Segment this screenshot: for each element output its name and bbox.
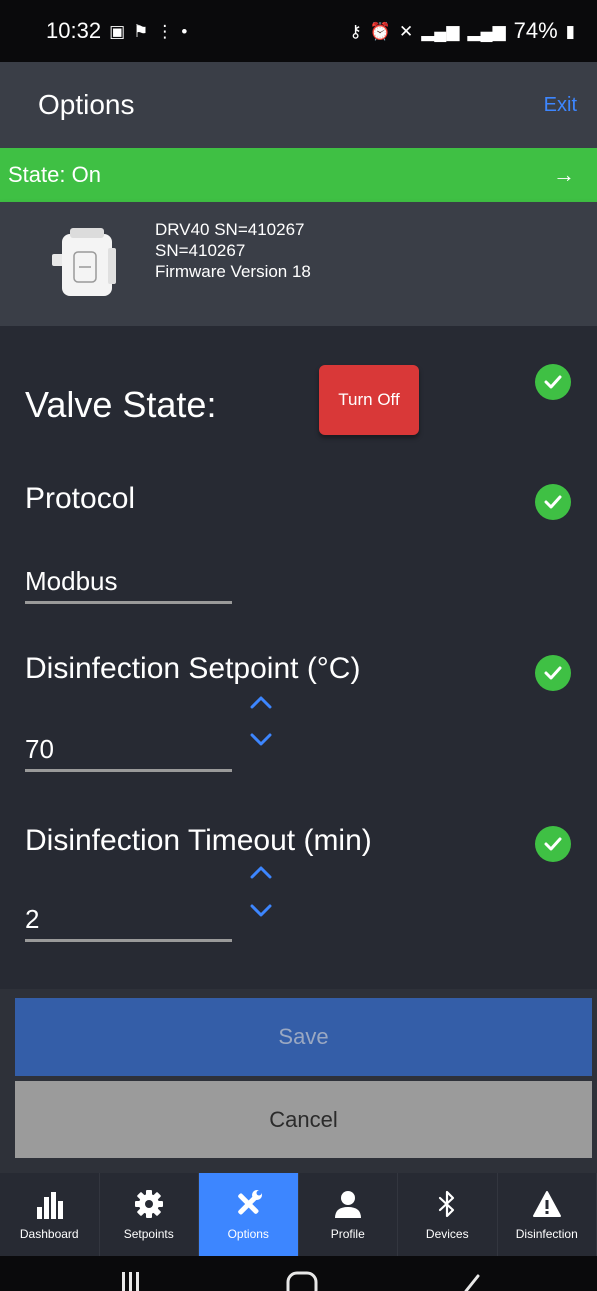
setpoint-label: Disinfection Setpoint (°C) (25, 652, 361, 685)
cancel-button[interactable]: Cancel (15, 1081, 592, 1158)
nav-label-profile: Profile (330, 1226, 365, 1241)
options-form: Valve State: Turn Off Protocol Modbus Di… (0, 326, 597, 989)
signal-4g-icon: ▂▄▆ (467, 21, 506, 41)
person-icon (334, 1190, 361, 1218)
check-icon (535, 484, 571, 520)
state-text: State: On (8, 162, 101, 187)
device-model: DRV40 SN=410267 (155, 220, 305, 239)
arrow-right-icon: → (553, 162, 575, 187)
firmware-version: Firmware Version 18 (155, 262, 311, 281)
nav-item-devices[interactable]: Devices (398, 1173, 498, 1256)
page-title: Options (38, 89, 135, 120)
status-time: 10:32 (46, 18, 102, 43)
protocol-select[interactable]: Modbus (25, 566, 232, 604)
check-icon (535, 826, 571, 862)
vpn-key-icon: ⚷ (349, 21, 362, 41)
status-left: 10:32 ▣ ⚑ ⋮ • (46, 18, 187, 44)
nav-item-disinfection[interactable]: Disinfection (498, 1173, 597, 1256)
protocol-label: Protocol (25, 482, 136, 515)
nav-label-dashboard: Dashboard (19, 1226, 79, 1241)
device-serial: SN=410267 (155, 241, 246, 260)
state-banner[interactable]: State: On → (0, 148, 597, 202)
turn-off-button[interactable]: Turn Off (319, 365, 419, 435)
bluetooth-icon (439, 1190, 455, 1217)
battery-icon: ▮ (565, 21, 575, 41)
chevron-up-icon[interactable] (248, 862, 274, 882)
dot-icon: • (181, 21, 188, 41)
form-actions: Save Cancel (0, 989, 597, 1173)
exit-button[interactable]: Exit (544, 94, 577, 117)
chevron-up-icon[interactable] (248, 692, 274, 712)
warning-icon (532, 1190, 561, 1217)
status-bar: 10:32 ▣ ⚑ ⋮ • ⚷ ⏰ ✕ ▂▄▆ ▂▄▆ 74% ▮ (0, 0, 597, 62)
nav-label-setpoints: Setpoints (123, 1226, 174, 1241)
device-info: DRV40 SN=410267 SN=410267 Firmware Versi… (155, 219, 311, 282)
valve-state-label: Valve State: (25, 384, 217, 425)
chevron-down-icon[interactable] (248, 730, 274, 750)
nav-label-devices: Devices (425, 1226, 469, 1241)
back-icon[interactable] (458, 1270, 484, 1291)
status-right: ⚷ ⏰ ✕ ▂▄▆ ▂▄▆ 74% ▮ (349, 18, 575, 44)
system-nav-bar (0, 1256, 597, 1291)
check-icon (535, 655, 571, 691)
valve-device-image (52, 228, 116, 296)
signal-icon: ▂▄▆ (421, 21, 460, 41)
check-icon (535, 364, 571, 400)
nav-item-options[interactable]: Options (199, 1173, 299, 1256)
mute-icon: ✕ (398, 21, 414, 41)
nav-item-setpoints[interactable]: Setpoints (100, 1173, 199, 1256)
chevron-down-icon[interactable] (248, 901, 274, 921)
device-panel: DRV40 SN=410267 SN=410267 Firmware Versi… (0, 202, 597, 326)
gear-icon (134, 1189, 163, 1218)
battery-percent: 74% (513, 18, 558, 43)
nav-label-options: Options (227, 1226, 269, 1241)
bottom-nav: Dashboard Setpoints Options Profile Devi… (0, 1173, 597, 1256)
setpoint-input[interactable]: 70 (25, 734, 232, 772)
nav-item-profile[interactable]: Profile (299, 1173, 398, 1256)
timeout-input[interactable]: 2 (25, 904, 232, 942)
steps-icon: ⋮ (156, 21, 174, 41)
nav-item-dashboard[interactable]: Dashboard (0, 1173, 100, 1256)
alarm-icon: ⏰ (369, 21, 391, 41)
home-icon[interactable] (285, 1270, 319, 1291)
app-header: Options Exit (0, 62, 597, 148)
gallery-icon: ▣ (109, 21, 126, 41)
save-button[interactable]: Save (15, 998, 592, 1076)
tools-icon (238, 1189, 263, 1214)
bar-chart-icon (37, 1191, 64, 1219)
timeout-label: Disinfection Timeout (min) (25, 824, 372, 857)
activity-icon: ⚑ (133, 21, 149, 41)
nav-label-disinfection: Disinfection (515, 1226, 578, 1241)
recent-apps-icon[interactable] (118, 1270, 144, 1291)
